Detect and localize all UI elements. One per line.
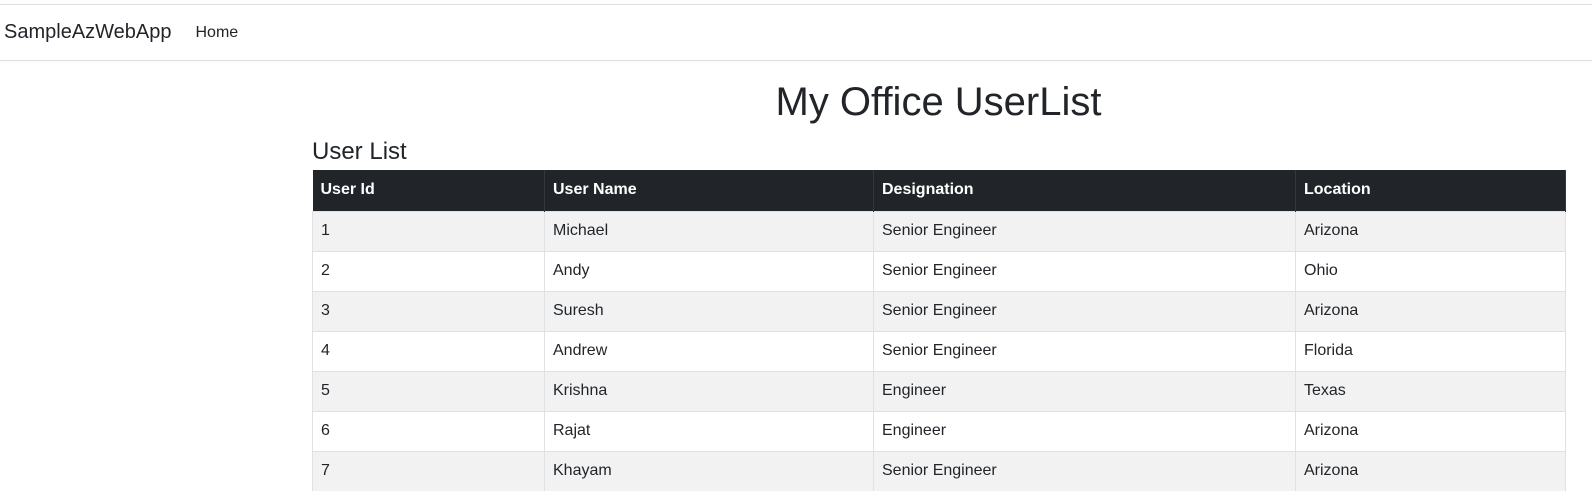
page-title: My Office UserList	[775, 80, 1102, 124]
cell-user-name: Khayam	[544, 450, 874, 491]
cell-user-id: 7	[312, 450, 545, 491]
cell-location: Ohio	[1295, 250, 1566, 291]
cell-user-id: 5	[312, 370, 545, 411]
cell-location: Arizona	[1295, 210, 1566, 251]
cell-location: Texas	[1295, 370, 1566, 411]
table-row: 6 Rajat Engineer Arizona	[312, 410, 1566, 451]
cell-user-id: 4	[312, 330, 545, 371]
column-header-location: Location	[1295, 170, 1566, 211]
user-table: User Id User Name Designation Location 1…	[312, 170, 1566, 491]
table-row: 3 Suresh Senior Engineer Arizona	[312, 290, 1566, 331]
cell-location: Arizona	[1295, 290, 1566, 331]
column-header-user-name: User Name	[544, 170, 874, 211]
navbar: SampleAzWebApp Home	[0, 5, 1592, 61]
cell-user-name: Andrew	[544, 330, 874, 371]
cell-user-id: 3	[312, 290, 545, 331]
cell-designation: Senior Engineer	[873, 450, 1296, 491]
section-title: User List	[312, 138, 407, 165]
cell-location: Florida	[1295, 330, 1566, 371]
cell-location: Arizona	[1295, 410, 1566, 451]
table-row: 4 Andrew Senior Engineer Florida	[312, 330, 1566, 371]
cell-designation: Senior Engineer	[873, 290, 1296, 331]
cell-designation: Senior Engineer	[873, 330, 1296, 371]
cell-user-name: Suresh	[544, 290, 874, 331]
cell-user-name: Krishna	[544, 370, 874, 411]
column-header-designation: Designation	[873, 170, 1296, 211]
cell-location: Arizona	[1295, 450, 1566, 491]
nav-link-home[interactable]: Home	[196, 24, 239, 42]
table-row: 1 Michael Senior Engineer Arizona	[312, 210, 1566, 251]
cell-designation: Senior Engineer	[873, 210, 1296, 251]
cell-designation: Engineer	[873, 410, 1296, 451]
cell-designation: Senior Engineer	[873, 250, 1296, 291]
column-header-user-id: User Id	[312, 170, 545, 211]
cell-designation: Engineer	[873, 370, 1296, 411]
table-header-row: User Id User Name Designation Location	[312, 170, 1566, 211]
cell-user-id: 2	[312, 250, 545, 291]
cell-user-name: Michael	[544, 210, 874, 251]
main-content: My Office UserList User List User Id Use…	[312, 60, 1566, 491]
table-row: 7 Khayam Senior Engineer Arizona	[312, 450, 1566, 491]
cell-user-name: Rajat	[544, 410, 874, 451]
table-row: 5 Krishna Engineer Texas	[312, 370, 1566, 411]
table-row: 2 Andy Senior Engineer Ohio	[312, 250, 1566, 291]
cell-user-id: 1	[312, 210, 545, 251]
cell-user-name: Andy	[544, 250, 874, 291]
brand-link[interactable]: SampleAzWebApp	[4, 21, 172, 44]
cell-user-id: 6	[312, 410, 545, 451]
